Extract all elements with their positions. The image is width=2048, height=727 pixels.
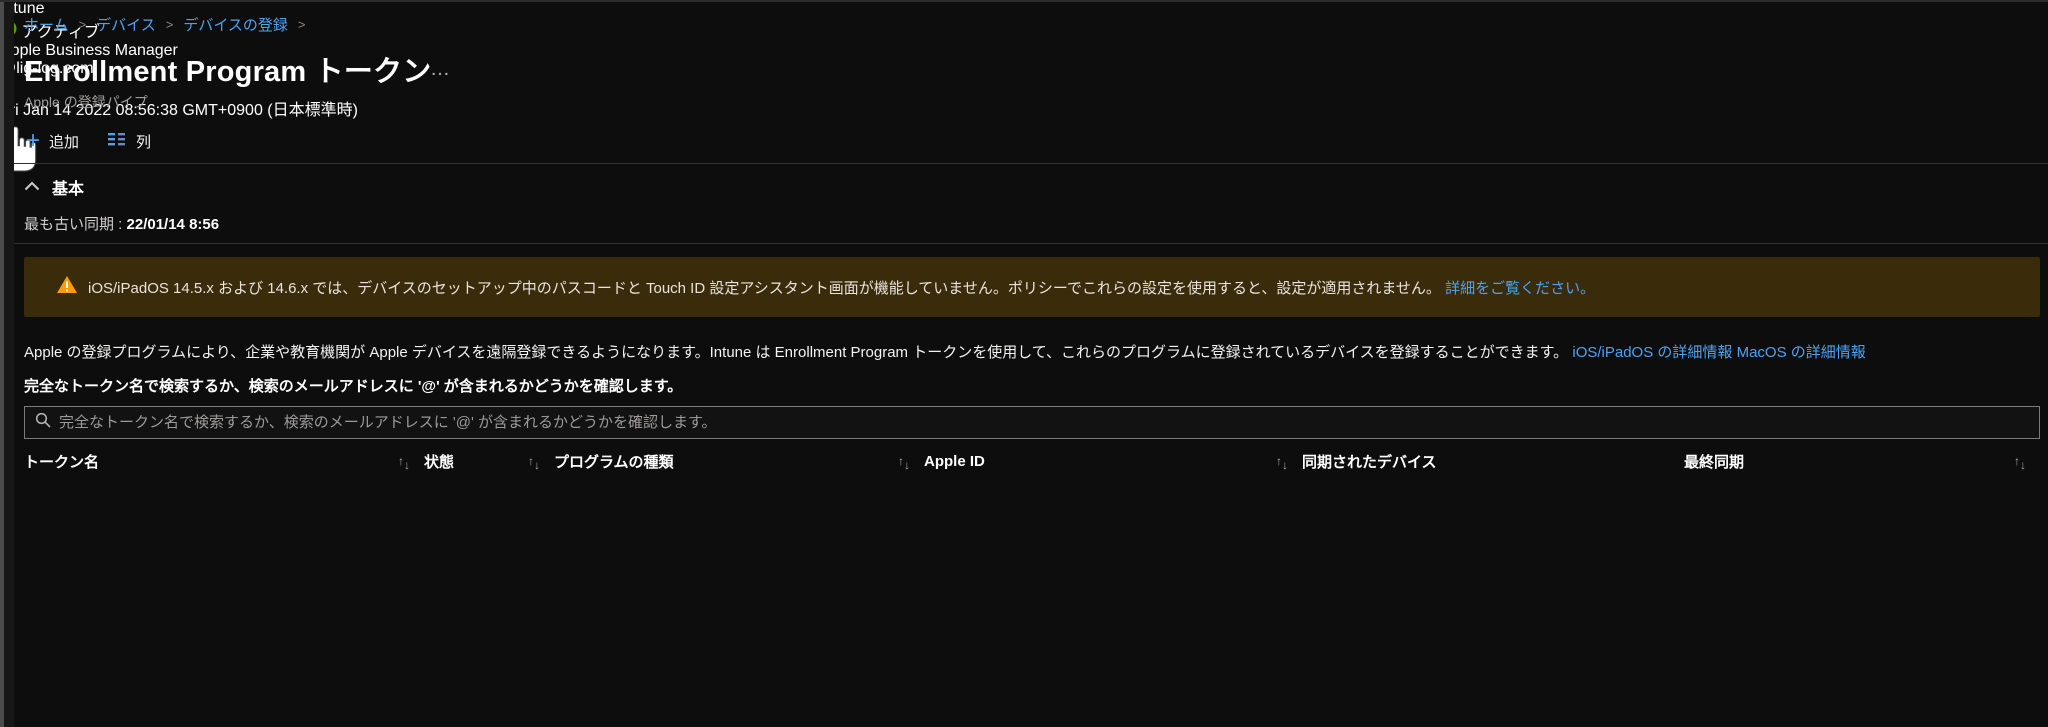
- column-label: トークン名: [24, 453, 100, 471]
- warning-banner: iOS/iPadOS 14.5.x および 14.6.x では、デバイスのセット…: [24, 257, 2040, 317]
- breadcrumb-separator: >: [78, 17, 87, 32]
- breadcrumb: ホーム > デバイス > デバイスの登録 >: [24, 14, 305, 35]
- oldest-sync-label: 最も古い同期 :: [24, 216, 123, 233]
- columns-button-label: 列: [136, 133, 152, 151]
- column-header-apple-id[interactable]: Apple ID ↑ ↓: [924, 452, 1302, 472]
- sort-icon[interactable]: ↑ ↓: [528, 455, 540, 471]
- sort-icon[interactable]: ↑ ↓: [1276, 455, 1288, 471]
- search-hint-text: 完全なトークン名で検索するか、検索のメールアドレスに '@' が含まれるかどうか…: [24, 378, 683, 395]
- macos-learn-more-link[interactable]: MacOS の詳細情報: [1737, 344, 1866, 361]
- chevron-up-icon: [24, 178, 40, 196]
- search-icon: [35, 412, 51, 433]
- mouse-hand-cursor: [0, 120, 2048, 181]
- column-header-program-type[interactable]: プログラムの種類 ↑ ↓: [554, 451, 924, 472]
- breadcrumb-separator: >: [297, 17, 306, 32]
- breadcrumb-devices-link[interactable]: デバイス: [96, 14, 156, 35]
- overflow-menu-icon[interactable]: …: [430, 58, 452, 81]
- ios-learn-more-link[interactable]: iOS/iPadOS の詳細情報: [1572, 344, 1732, 361]
- warning-message: iOS/iPadOS 14.5.x および 14.6.x では、デバイスのセット…: [88, 279, 1441, 297]
- add-button[interactable]: + 追加: [26, 127, 80, 154]
- plus-icon: +: [26, 127, 41, 154]
- last-sync-cell: Fri Jan 14 2022 08:56:38 GMT+0900 (日本標準時…: [0, 102, 358, 119]
- page-description: Apple の登録プログラムにより、企業や教育機関が Apple デバイスを遠隔…: [24, 341, 2040, 362]
- token-search-box[interactable]: [24, 406, 2040, 439]
- breadcrumb-separator: >: [165, 17, 174, 32]
- column-label: 同期されたデバイス: [1302, 453, 1437, 471]
- basics-section-toggle[interactable]: 基本: [24, 175, 84, 199]
- sort-icon[interactable]: ↑ ↓: [398, 455, 410, 471]
- panel-left-gutter: [4, 2, 14, 727]
- token-name-cell: Intune: [0, 0, 45, 17]
- window-top-edge: [0, 0, 2048, 2]
- column-header-synced-devices[interactable]: 同期されたデバイス: [1302, 451, 1684, 472]
- oldest-sync-value: 22/01/14 8:56: [126, 216, 220, 233]
- sort-icon[interactable]: ↑ ↓: [898, 455, 910, 471]
- column-label: 最終同期: [1684, 453, 1745, 471]
- breadcrumb-home-link[interactable]: ホーム: [24, 14, 69, 35]
- divider: [14, 163, 2048, 164]
- oldest-sync-text: 最も古い同期 : 22/01/14 8:56: [24, 213, 219, 234]
- enrollment-program-token-page: ホーム > デバイス > デバイスの登録 > Enrollment Progra…: [0, 0, 2048, 727]
- divider: [14, 243, 2048, 244]
- columns-button[interactable]: 列: [107, 131, 151, 152]
- column-header-token-name[interactable]: トークン名 ↑ ↓: [24, 451, 424, 472]
- warning-learn-more-link[interactable]: 詳細をご覧ください。: [1445, 280, 1595, 297]
- warning-icon: [56, 275, 78, 299]
- column-header-last-sync[interactable]: 最終同期 ↑ ↓: [1684, 451, 2040, 472]
- warning-banner-text: iOS/iPadOS 14.5.x および 14.6.x では、デバイスのセット…: [88, 277, 1595, 298]
- column-header-status[interactable]: 状態 ↑ ↓: [424, 451, 554, 472]
- description-text: Apple の登録プログラムにより、企業や教育機関が Apple デバイスを遠隔…: [24, 344, 1569, 361]
- page-title: Enrollment Program トークン: [24, 56, 432, 88]
- columns-icon: [107, 131, 127, 151]
- column-label: プログラムの種類: [554, 453, 674, 471]
- table-header-row: トークン名 ↑ ↓ 状態 ↑ ↓ プログラムの種類 ↑ ↓ Apple ID ↑ ↓ 同…: [24, 446, 2040, 476]
- status-cell: アクティブ: [0, 18, 2048, 42]
- breadcrumb-device-enrollment-link[interactable]: デバイスの登録: [183, 14, 288, 35]
- search-input[interactable]: [59, 414, 2029, 431]
- basics-section-label: 基本: [52, 181, 85, 198]
- column-label: 状態: [424, 453, 455, 471]
- sort-icon[interactable]: ↑ ↓: [2014, 455, 2026, 471]
- add-button-label: 追加: [49, 133, 80, 151]
- column-label: Apple ID: [924, 452, 985, 470]
- command-bar: + 追加 列: [26, 127, 151, 155]
- page-subtitle: Apple の登録パイプ: [24, 94, 148, 110]
